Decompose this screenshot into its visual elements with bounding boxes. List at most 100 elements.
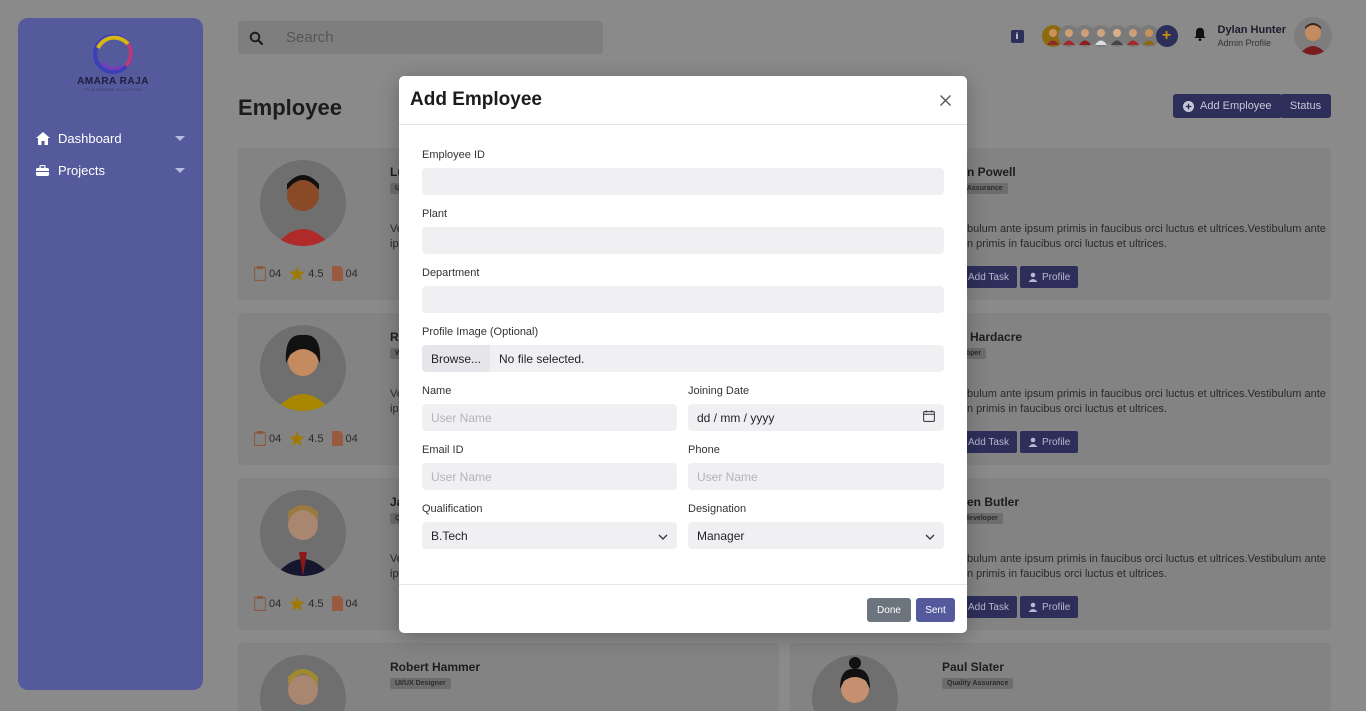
chevron-down-icon (925, 529, 935, 543)
add-task-button[interactable]: Add Task (960, 596, 1017, 618)
team-avatars[interactable]: + (1041, 25, 1178, 47)
add-task-button[interactable]: Add Task (960, 431, 1017, 453)
brand-logo[interactable]: AMARA RAJA EV & ENERGY SOLUTIONS (73, 30, 153, 92)
star-icon (289, 596, 306, 611)
add-task-button[interactable]: Add Task (960, 266, 1017, 288)
stat-docs: 04 (331, 266, 358, 281)
employee-stats: 04 4.5 04 (254, 431, 366, 446)
chevron-down-icon (658, 529, 668, 543)
add-employee-label: Add Employee (1200, 100, 1272, 112)
profile-button[interactable]: Profile (1020, 431, 1079, 453)
employee-bio: ip (390, 568, 399, 580)
stat-rating-value: 4.5 (308, 597, 324, 610)
add-employee-button[interactable]: Add Employee (1173, 94, 1282, 118)
user-icon (1028, 437, 1038, 447)
employee-name: Paul Slater (942, 660, 1005, 674)
user-icon (1028, 272, 1038, 282)
qualification-select[interactable]: B.Tech (422, 522, 677, 549)
plant-label: Plant (422, 208, 448, 220)
sidebar-item-label: Dashboard (58, 130, 122, 146)
stat-rating-value: 4.5 (308, 267, 324, 280)
add-task-label: Add Task (968, 271, 1009, 283)
phone-field[interactable]: User Name (688, 463, 944, 490)
employee-id-label: Employee ID (422, 149, 485, 161)
stat-tasks-value: 04 (269, 597, 282, 610)
joining-date-value: dd / mm / yyyy (697, 410, 775, 425)
employee-bio: ip (390, 238, 399, 250)
employee-stats: 04 4.5 04 (254, 596, 366, 611)
browse-button[interactable]: Browse... (422, 345, 491, 372)
profile-button[interactable]: Profile (1020, 596, 1079, 618)
stat-tasks-value: 04 (269, 267, 282, 280)
qualification-value: B.Tech (431, 528, 468, 543)
employee-name: en Butler (967, 495, 1020, 509)
employee-bio: bulum ante ipsum primis in faucibus orci… (967, 553, 1326, 565)
phone-field-group: Phone User Name (688, 444, 944, 490)
search-bar (238, 21, 603, 54)
search-icon[interactable] (238, 31, 274, 45)
sent-button[interactable]: Sent (916, 598, 955, 622)
email-label: Email ID (422, 444, 464, 456)
profile-image-label: Profile Image (Optional) (422, 326, 539, 338)
employee-bio: bulum ante ipsum primis in faucibus orci… (967, 388, 1326, 400)
search-input[interactable] (286, 29, 586, 46)
calendar-icon[interactable] (923, 410, 935, 425)
sidebar: AMARA RAJA EV & ENERGY SOLUTIONS Dashboa… (18, 18, 203, 690)
user-info[interactable]: Dylan Hunter Admin Profile (1218, 24, 1286, 48)
done-button[interactable]: Done (867, 598, 911, 622)
stat-docs: 04 (331, 596, 358, 611)
name-field-group: Name User Name (422, 385, 677, 431)
close-icon[interactable] (937, 92, 953, 108)
chevron-down-icon[interactable] (175, 167, 185, 173)
status-button[interactable]: Status (1280, 94, 1331, 118)
avatar (260, 160, 346, 246)
employee-bio: n primis in faucibus orci luctus et ultr… (967, 568, 1167, 580)
profile-label: Profile (1042, 436, 1071, 448)
add-task-label: Add Task (968, 436, 1009, 448)
name-input[interactable]: User Name (422, 404, 677, 431)
info-icon[interactable]: i (1010, 29, 1024, 43)
stat-tasks: 04 (254, 431, 281, 446)
user-icon (1028, 602, 1038, 612)
stat-rating-value: 4.5 (308, 432, 324, 445)
modal-title: Add Employee (410, 89, 542, 110)
topbar-right: i + Dylan Hunter Admin Profile (1010, 16, 1332, 56)
sidebar-item-projects[interactable]: Projects (18, 154, 203, 186)
designation-select[interactable]: Manager (688, 522, 944, 549)
add-team-member-button[interactable]: + (1155, 25, 1178, 47)
department-input[interactable] (422, 286, 944, 313)
profile-image-file-input[interactable]: Browse... No file selected. (422, 345, 944, 372)
status-label: Status (1289, 100, 1322, 112)
avatar (260, 490, 346, 576)
profile-button[interactable]: Profile (1020, 266, 1079, 288)
email-field[interactable]: User Name (422, 463, 677, 490)
name-label: Name (422, 385, 452, 397)
bell-icon[interactable] (1194, 27, 1206, 46)
briefcase-icon (36, 164, 52, 176)
plant-input[interactable] (422, 227, 944, 254)
employee-id-input[interactable] (422, 168, 944, 195)
brand-name: AMARA RAJA (77, 76, 149, 87)
document-icon (331, 266, 343, 281)
plus-circle-icon (1183, 100, 1194, 112)
sidebar-item-dashboard[interactable]: Dashboard (18, 122, 203, 154)
joining-date-label: Joining Date (688, 385, 750, 397)
employee-bio: n primis in faucibus orci luctus et ultr… (967, 403, 1167, 415)
qualification-field-group: Qualification B.Tech (422, 503, 677, 549)
chevron-down-icon[interactable] (175, 135, 185, 141)
designation-field-group: Designation Manager (688, 503, 944, 549)
stat-tasks-value: 04 (269, 432, 282, 445)
stat-docs-value: 04 (345, 267, 358, 280)
home-icon (36, 131, 52, 145)
joining-date-input[interactable]: dd / mm / yyyy (688, 404, 944, 431)
clipboard-icon (254, 596, 266, 611)
stat-rating: 4.5 (289, 596, 324, 611)
modal-header: Add Employee (399, 76, 967, 125)
employee-stats: 04 4.5 04 (254, 266, 366, 281)
avatar[interactable] (1294, 17, 1332, 55)
document-icon (331, 596, 343, 611)
qualification-label: Qualification (422, 503, 483, 515)
employee-bio: n primis in faucibus orci luctus et ultr… (967, 238, 1167, 250)
phone-label: Phone (688, 444, 720, 456)
department-field-group: Department (422, 267, 944, 313)
